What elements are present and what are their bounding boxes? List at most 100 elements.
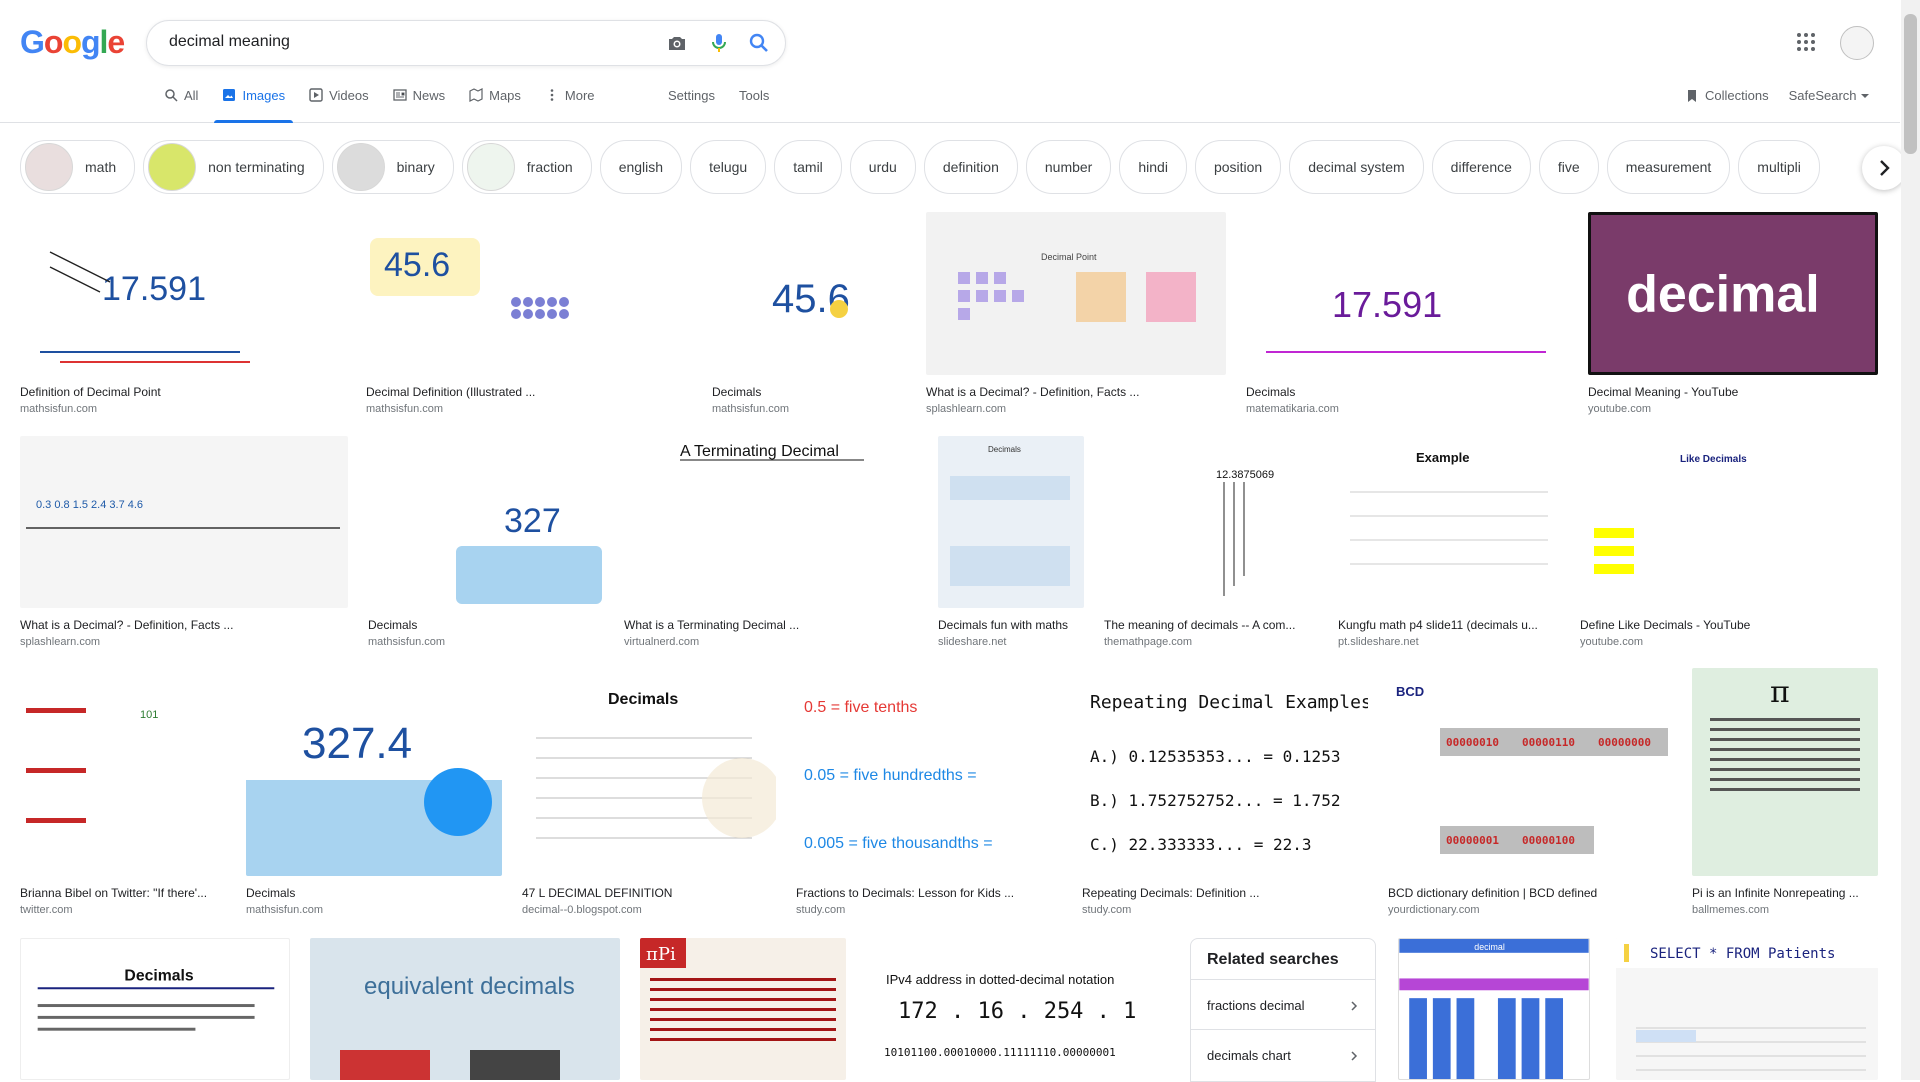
tools-link[interactable]: Tools — [739, 88, 769, 103]
related-search-label: decimals chart — [1207, 1048, 1291, 1063]
svg-text:00000010: 00000010 — [1446, 736, 1499, 749]
image-result[interactable]: Like Decimals Define Like Decimals - You… — [1580, 436, 1878, 648]
microphone-icon[interactable] — [707, 31, 731, 55]
chip-number[interactable]: number — [1025, 140, 1112, 194]
result-source: twitter.com — [20, 904, 73, 916]
image-result[interactable]: Decimals Decimals fun with maths slidesh… — [938, 436, 1084, 648]
chip-five[interactable]: five — [1538, 140, 1599, 194]
image-result[interactable]: πPi — [640, 938, 846, 1080]
svg-text:C.) 22.333333... = 22.3: C.) 22.333333... = 22.3 — [1090, 835, 1312, 854]
search-box[interactable] — [146, 20, 786, 66]
result-title: Brianna Bibel on Twitter: "If there'... — [20, 886, 208, 900]
chip-math[interactable]: math — [20, 140, 136, 194]
chip-urdu[interactable]: urdu — [849, 140, 916, 194]
image-result[interactable]: decimal Decimal Meaning - YouTube youtub… — [1588, 212, 1878, 415]
page-scrollbar[interactable] — [1901, 0, 1920, 1080]
tab-images[interactable]: Images — [214, 88, 293, 123]
chip-tamil[interactable]: tamil — [774, 140, 842, 194]
tab-all[interactable]: All — [164, 88, 198, 122]
related-search-item[interactable]: fractions decimal — [1191, 980, 1375, 1030]
chip-label: number — [1044, 159, 1093, 175]
img-text: decimal — [1474, 942, 1505, 952]
result-image: 327.4 — [246, 668, 502, 876]
image-result[interactable]: 0.5 = five tenths 0.05 = five hundredths … — [796, 668, 1062, 916]
related-search-item[interactable]: decimals chart — [1191, 1030, 1375, 1079]
settings-link[interactable]: Settings — [668, 88, 715, 103]
tab-more[interactable]: More — [545, 88, 595, 122]
search-icon[interactable] — [747, 31, 771, 55]
chip-measurement[interactable]: measurement — [1606, 140, 1731, 194]
chip-fraction[interactable]: fraction — [461, 140, 592, 194]
tab-maps[interactable]: Maps — [469, 88, 521, 122]
image-result[interactable]: decimal — [1398, 938, 1590, 1080]
chip-position[interactable]: position — [1194, 140, 1282, 194]
image-result[interactable]: 327.4 Decimals mathsisfun.com — [246, 668, 502, 916]
image-result[interactable]: Decimals — [20, 938, 290, 1080]
search-input[interactable] — [167, 32, 631, 52]
result-title: Define Like Decimals - YouTube — [1580, 618, 1751, 632]
image-result[interactable]: 17.591 Decimals matematikaria.com — [1246, 212, 1568, 415]
image-result[interactable]: 0.3 0.8 1.5 2.4 3.7 4.6 What is a Decima… — [20, 436, 348, 648]
image-result[interactable]: Example Kungfu math p4 slide11 (decimals… — [1338, 436, 1560, 648]
result-image: Decimals — [20, 938, 290, 1080]
result-title: Decimal Meaning - YouTube — [1588, 385, 1739, 399]
img-text: 0.5 = five tenths — [804, 699, 917, 716]
svg-text:00000000: 00000000 — [1598, 736, 1651, 749]
safesearch-label: SafeSearch — [1788, 88, 1857, 103]
result-source: mathsisfun.com — [368, 636, 446, 648]
img-text: πPi — [646, 944, 676, 965]
image-result[interactable]: 45.6 Decimals mathsisfun.com — [712, 212, 906, 415]
result-title: Fractions to Decimals: Lesson for Kids .… — [796, 886, 1015, 900]
img-text: 17.591 — [1332, 284, 1442, 325]
svg-text:0.005 = five thousandths =: 0.005 = five thousandths = — [804, 835, 993, 852]
chip-decimal-system[interactable]: decimal system — [1289, 140, 1424, 194]
chip-label: difference — [1450, 159, 1512, 175]
result-image: 0.5 = five tenths 0.05 = five hundredths … — [796, 668, 1062, 876]
scrollbar-thumb[interactable] — [1904, 14, 1917, 154]
chip-english[interactable]: english — [599, 140, 683, 194]
chip-label: non terminating — [208, 159, 305, 175]
result-image: 17.591 — [1246, 212, 1568, 375]
chip-definition[interactable]: definition — [923, 140, 1018, 194]
image-result[interactable]: IPv4 address in dotted-decimal notation 1… — [868, 938, 1170, 1080]
image-result[interactable]: Decimal Point What is a Decimal? - Defin… — [926, 212, 1226, 415]
chip-hindi[interactable]: hindi — [1119, 140, 1187, 194]
chip-telugu[interactable]: telugu — [690, 140, 767, 194]
tab-videos[interactable]: Videos — [309, 88, 369, 122]
image-result[interactable]: 17.591 Definition of Decimal Point maths… — [20, 212, 348, 415]
chip-label: english — [618, 159, 664, 175]
result-title: Decimal Definition (Illustrated ... — [366, 385, 536, 399]
chip-binary[interactable]: binary — [331, 140, 454, 194]
chip-label: binary — [396, 159, 435, 175]
image-result[interactable]: BCD 00000010 00000110 00000000 00000001 00000… — [1388, 668, 1672, 916]
result-image: π — [1692, 668, 1878, 876]
apps-grid-icon[interactable] — [1794, 30, 1818, 54]
chips-next-button[interactable] — [1862, 146, 1906, 190]
google-logo[interactable]: Google — [20, 24, 125, 61]
result-title: 47 L DECIMAL DEFINITION — [522, 886, 673, 900]
chip-non-terminating[interactable]: non terminating — [143, 140, 324, 194]
tab-news[interactable]: News — [392, 88, 445, 122]
image-result[interactable]: 101 Brianna Bibel on Twitter: "If there'… — [20, 668, 226, 916]
image-result[interactable]: π Pi is an Infinite Nonrepeating ... bal… — [1692, 668, 1878, 916]
safesearch-menu[interactable]: SafeSearch — [1789, 88, 1869, 103]
result-image: A Terminating Decimal — [624, 436, 918, 608]
image-result[interactable]: SELECT * FROM Patients — [1616, 938, 1878, 1080]
image-result[interactable]: equivalent decimals — [310, 938, 620, 1080]
image-result[interactable]: 12.3875069 The meaning of decimals -- A … — [1104, 436, 1318, 648]
camera-icon[interactable] — [665, 31, 689, 55]
result-source: study.com — [796, 904, 846, 916]
collections-link[interactable]: Collections — [1685, 88, 1769, 103]
chip-multiplication[interactable]: multipli — [1738, 140, 1820, 194]
account-avatar[interactable] — [1840, 26, 1874, 60]
search-tabs: All Images Videos News Maps More — [164, 88, 619, 123]
result-source: splashlearn.com — [926, 403, 1007, 415]
image-result[interactable]: Repeating Decimal Examples A.) 0.12535353… — [1082, 668, 1368, 916]
image-result[interactable]: A Terminating Decimal What is a Terminat… — [624, 436, 918, 648]
image-result[interactable]: 45.6 Decimal Definition (Illustrated ...… — [366, 212, 692, 415]
image-result[interactable]: Decimals 47 L DECIMAL DEFINITION decimal… — [522, 668, 776, 916]
map-icon — [469, 88, 483, 102]
chip-difference[interactable]: difference — [1431, 140, 1531, 194]
result-image: Decimal Point — [926, 212, 1226, 375]
image-result[interactable]: 327 Decimals mathsisfun.com — [368, 436, 604, 648]
